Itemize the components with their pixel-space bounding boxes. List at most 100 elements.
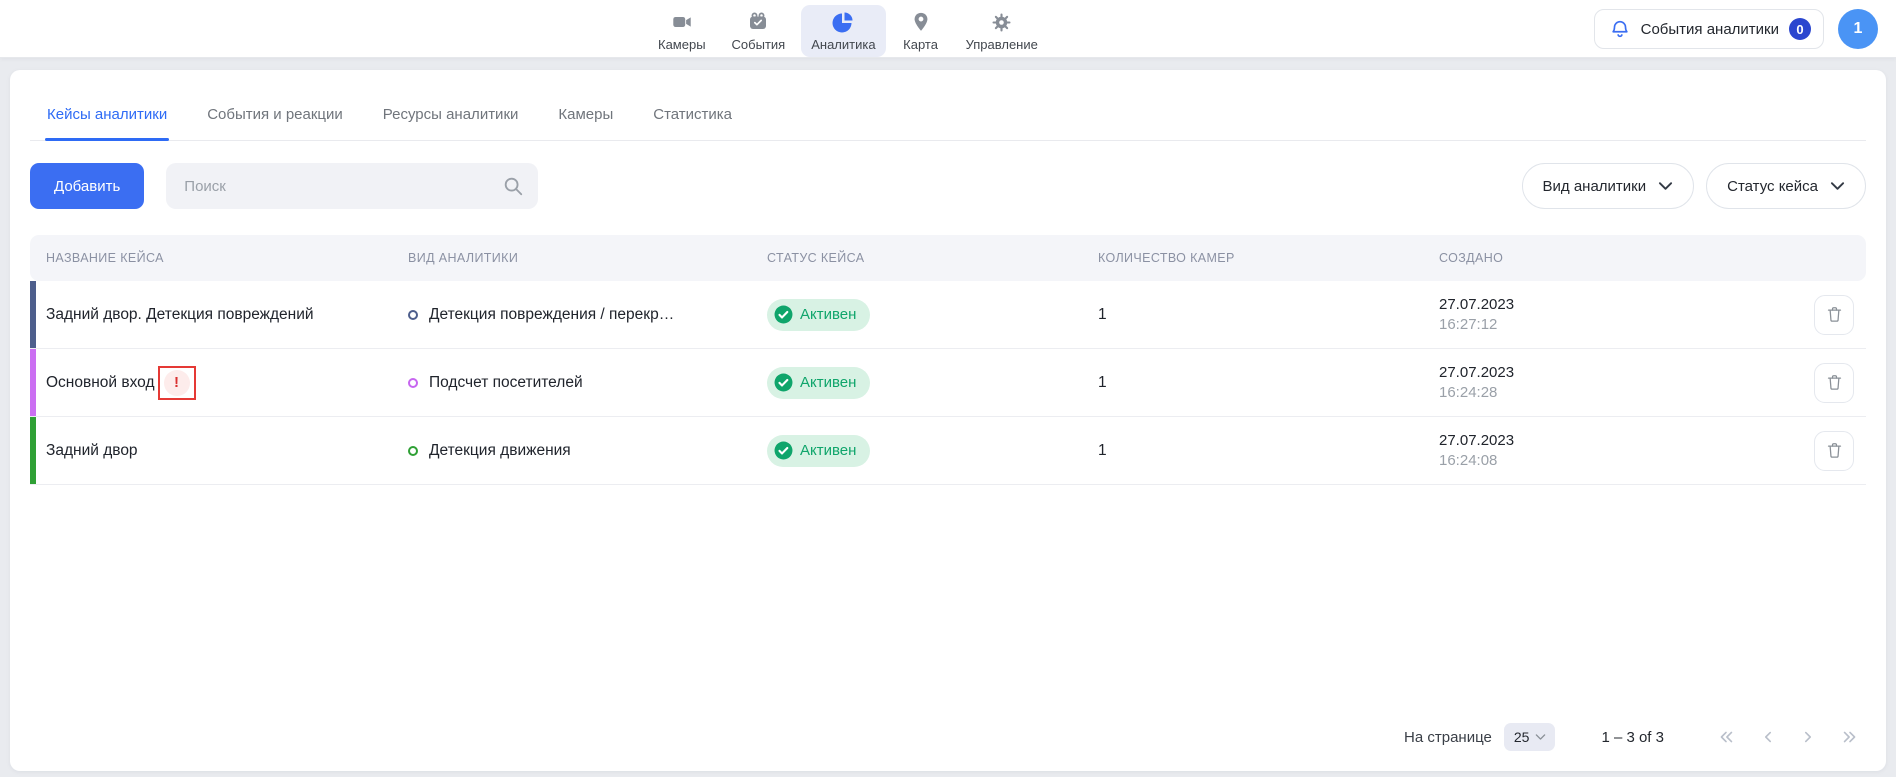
case-name: Задний двор. Детекция повреждений [46,306,314,324]
toolbar: Добавить Вид аналитики Статус кейса [30,163,1866,209]
delete-case-button[interactable] [1814,295,1854,335]
search-input[interactable] [184,178,502,195]
table-row[interactable]: Задний двор Детекция движения Активен 1 … [30,417,1866,485]
check-circle-icon [774,373,793,392]
created-time: 16:24:08 [1439,452,1778,469]
search-icon [502,175,524,197]
analytics-type-dot-icon [408,378,418,388]
chevron-down-icon [1830,181,1845,191]
cases-table: НАЗВАНИЕ КЕЙСА ВИД АНАЛИТИКИ СТАТУС КЕЙС… [30,235,1866,485]
per-page-dropdown[interactable]: 25 [1504,723,1556,751]
check-circle-icon [774,441,793,460]
analytics-type-dot-icon [408,310,418,320]
tab-statistics[interactable]: Статистика [653,106,732,140]
nav-label: Управление [966,37,1038,52]
delete-case-button[interactable] [1814,431,1854,471]
case-name: Основной вход [46,374,155,392]
table-header-row: НАЗВАНИЕ КЕЙСА ВИД АНАЛИТИКИ СТАТУС КЕЙС… [30,235,1866,281]
topbar-right: События аналитики 0 1 [1594,9,1878,49]
map-pin-icon [910,10,932,34]
pagination-footer: На странице 25 1 – 3 of 3 [30,723,1866,771]
created-date: 27.07.2023 [1439,364,1778,381]
camera-count-cell: 1 [1098,442,1439,460]
tab-cameras[interactable]: Камеры [558,106,613,140]
status-label: Активен [800,442,856,459]
status-badge: Активен [767,299,870,331]
nav-item-events[interactable]: События [722,5,796,57]
trash-icon [1825,441,1844,460]
column-header-created: СОЗДАНО [1439,251,1778,265]
analytics-events-label: События аналитики [1641,21,1779,38]
trash-icon [1825,305,1844,324]
analytics-type-dot-icon [408,446,418,456]
created-cell: 27.07.2023 16:24:28 [1439,364,1778,401]
analytics-type-cell: Детекция повреждения / перекр… [408,306,767,324]
filter-analytics-type-label: Вид аналитики [1543,178,1647,195]
filter-case-status-label: Статус кейса [1727,178,1818,195]
analytics-events-button[interactable]: События аналитики 0 [1594,9,1824,49]
row-actions-cell [1778,363,1866,403]
nav-item-analytics[interactable]: Аналитика [801,5,885,57]
filter-case-status-dropdown[interactable]: Статус кейса [1706,163,1866,209]
user-avatar[interactable]: 1 [1838,9,1878,49]
column-header-case-status: СТАТУС КЕЙСА [767,251,1098,265]
previous-page-button[interactable] [1760,728,1776,746]
next-page-button[interactable] [1800,728,1816,746]
row-accent-bar [30,417,36,484]
check-circle-icon [774,305,793,324]
video-camera-icon [669,10,695,34]
analytics-type: Детекция движения [429,442,571,460]
created-date: 27.07.2023 [1439,296,1778,313]
tab-analytics-cases[interactable]: Кейсы аналитики [47,106,167,140]
filters: Вид аналитики Статус кейса [1522,163,1866,209]
nav-label: Карта [903,37,938,52]
case-name-cell: Основной вход ! [30,366,408,400]
row-actions-cell [1778,295,1866,335]
created-time: 16:24:28 [1439,384,1778,401]
warning-exclamation-icon[interactable]: ! [164,370,190,396]
created-cell: 27.07.2023 16:24:08 [1439,432,1778,469]
last-page-button[interactable] [1840,728,1860,746]
case-status-cell: Активен [767,299,1098,331]
tab-analytics-resources[interactable]: Ресурсы аналитики [383,106,519,140]
row-actions-cell [1778,431,1866,471]
created-time: 16:27:12 [1439,316,1778,333]
tab-events-reactions[interactable]: События и реакции [207,106,343,140]
nav-item-map[interactable]: Карта [892,5,950,57]
trash-icon [1825,373,1844,392]
first-page-button[interactable] [1716,728,1736,746]
camera-count-cell: 1 [1098,306,1439,324]
analytics-type: Подсчет посетителей [429,374,583,392]
column-header-analytics-type: ВИД АНАЛИТИКИ [408,251,767,265]
chevron-down-icon [1535,733,1546,741]
bell-icon [1609,18,1631,40]
row-accent-bar [30,281,36,348]
created-cell: 27.07.2023 16:27:12 [1439,296,1778,333]
nav-item-management[interactable]: Управление [956,5,1048,57]
analytics-type-cell: Подсчет посетителей [408,374,767,392]
nav-label: События [732,37,786,52]
row-accent-bar [30,349,36,416]
case-status-cell: Активен [767,435,1098,467]
case-name: Задний двор [46,442,138,460]
nav-item-cameras[interactable]: Камеры [648,5,716,57]
status-badge: Активен [767,367,870,399]
pager-controls [1716,728,1860,746]
events-count-badge: 0 [1789,18,1811,40]
status-label: Активен [800,374,856,391]
table-row[interactable]: Задний двор. Детекция повреждений Детекц… [30,281,1866,349]
delete-case-button[interactable] [1814,363,1854,403]
case-name-cell: Задний двор [30,442,408,460]
table-row[interactable]: Основной вход ! Подсчет посетителей Акти… [30,349,1866,417]
created-date: 27.07.2023 [1439,432,1778,449]
case-name-cell: Задний двор. Детекция повреждений [30,306,408,324]
search-field [166,163,538,209]
pie-chart-icon [831,10,855,34]
status-badge: Активен [767,435,870,467]
per-page-label: На странице [1404,729,1492,746]
add-case-button[interactable]: Добавить [30,163,144,209]
analytics-type-cell: Детекция движения [408,442,767,460]
filter-analytics-type-dropdown[interactable]: Вид аналитики [1522,163,1695,209]
main-nav: Камеры События Аналитика [648,5,1048,57]
status-label: Активен [800,306,856,323]
